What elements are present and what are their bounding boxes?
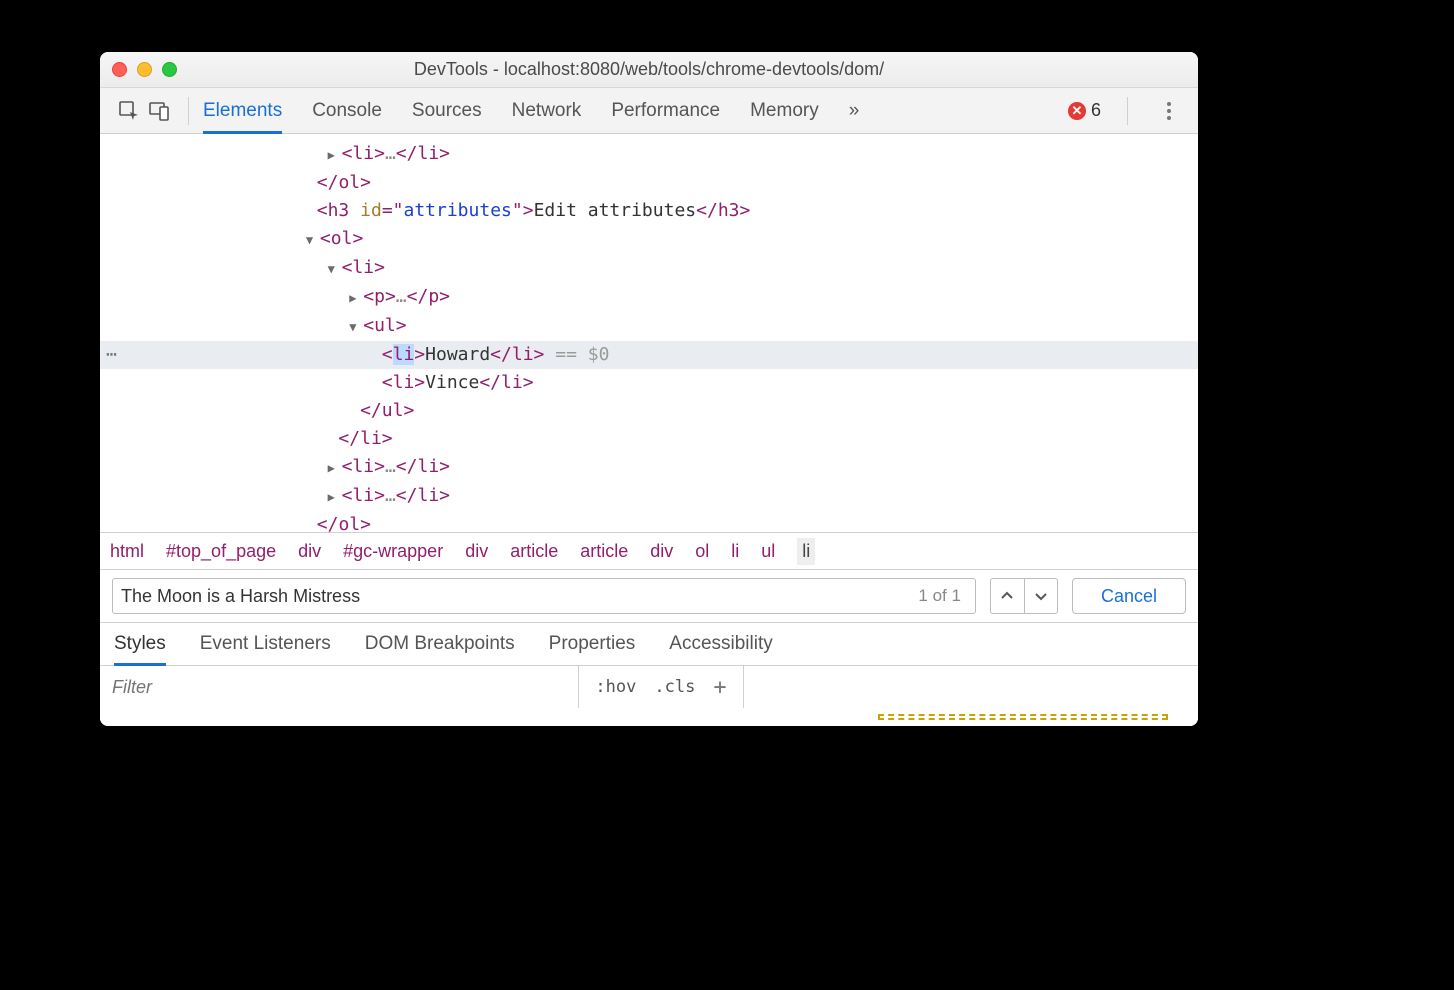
tab-elements[interactable]: Elements: [203, 100, 282, 122]
hov-toggle[interactable]: :hov: [595, 677, 636, 697]
styles-filter-input[interactable]: [112, 677, 566, 698]
bottom-strip: [100, 708, 1198, 726]
dom-node[interactable]: </ol>: [100, 511, 1198, 532]
tab-styles[interactable]: Styles: [114, 633, 166, 655]
dom-node[interactable]: </ol>: [100, 169, 1198, 197]
dom-node[interactable]: ▼<li>: [100, 254, 1198, 283]
dom-node[interactable]: <li>Vince</li>: [100, 369, 1198, 397]
dom-node[interactable]: ▼<ol>: [100, 225, 1198, 254]
crumb-top-of-page[interactable]: #top_of_page: [166, 541, 276, 562]
dom-node[interactable]: <h3 id="attributes">Edit attributes</h3>: [100, 197, 1198, 225]
traffic-lights: [112, 62, 177, 77]
tabs-overflow-icon[interactable]: »: [849, 100, 860, 122]
window-title: DevTools - localhost:8080/web/tools/chro…: [414, 59, 884, 80]
tab-memory[interactable]: Memory: [750, 100, 819, 122]
error-count-badge[interactable]: ✕ 6: [1068, 100, 1101, 121]
styles-toolbar: :hov .cls +: [100, 666, 1198, 708]
tab-console[interactable]: Console: [312, 100, 382, 122]
toolbar-separator: [1127, 97, 1128, 125]
crumb-div[interactable]: div: [465, 541, 488, 562]
close-window-button[interactable]: [112, 62, 127, 77]
box-model-outline: [878, 714, 1168, 720]
crumb-article[interactable]: article: [580, 541, 628, 562]
maximize-window-button[interactable]: [162, 62, 177, 77]
dom-node[interactable]: ▼<ul>: [100, 312, 1198, 341]
dom-node[interactable]: ▶<p>…</p>: [100, 283, 1198, 312]
search-box: 1 of 1: [112, 578, 976, 614]
tab-properties[interactable]: Properties: [549, 633, 636, 655]
tab-dom-breakpoints[interactable]: DOM Breakpoints: [365, 633, 515, 655]
search-input[interactable]: [121, 586, 918, 607]
toolbar-separator: [188, 97, 189, 125]
device-toggle-icon[interactable]: [144, 96, 174, 126]
crumb-li-active[interactable]: li: [797, 538, 815, 565]
sidebar-tabs: Styles Event Listeners DOM Breakpoints P…: [100, 623, 1198, 666]
dom-node[interactable]: ▶<li>…</li>: [100, 453, 1198, 482]
dom-tree[interactable]: ▶<li>…</li> </ol> <h3 id="attributes">Ed…: [100, 134, 1198, 532]
search-row: 1 of 1 Cancel: [100, 570, 1198, 623]
cancel-label: Cancel: [1101, 586, 1157, 607]
styles-actions: :hov .cls +: [579, 666, 743, 708]
breadcrumb-trail: html #top_of_page div #gc-wrapper div ar…: [100, 532, 1198, 570]
toolbar-right: ✕ 6: [1068, 96, 1184, 126]
styles-filter-box: [100, 666, 579, 708]
search-next-button[interactable]: [1024, 578, 1058, 614]
crumb-div[interactable]: div: [298, 541, 321, 562]
inspect-element-icon[interactable]: [114, 96, 144, 126]
cancel-button[interactable]: Cancel: [1072, 578, 1186, 614]
cls-toggle[interactable]: .cls: [654, 677, 695, 697]
crumb-div[interactable]: div: [650, 541, 673, 562]
kebab-menu-icon[interactable]: [1154, 96, 1184, 126]
error-count: 6: [1091, 100, 1101, 121]
new-style-rule-icon[interactable]: +: [713, 675, 726, 700]
tab-accessibility[interactable]: Accessibility: [669, 633, 772, 655]
crumb-article[interactable]: article: [510, 541, 558, 562]
crumb-gc-wrapper[interactable]: #gc-wrapper: [343, 541, 443, 562]
minimize-window-button[interactable]: [137, 62, 152, 77]
dom-node[interactable]: ▶<li>…</li>: [100, 482, 1198, 511]
search-nav-buttons: [990, 578, 1058, 614]
dom-node[interactable]: ▶<li>…</li>: [100, 140, 1198, 169]
tab-performance[interactable]: Performance: [611, 100, 720, 122]
error-icon: ✕: [1068, 102, 1086, 120]
crumb-ul[interactable]: ul: [761, 541, 775, 562]
crumb-ol[interactable]: ol: [695, 541, 709, 562]
tab-network[interactable]: Network: [512, 100, 582, 122]
devtools-window: DevTools - localhost:8080/web/tools/chro…: [100, 52, 1198, 726]
search-result-count: 1 of 1: [918, 586, 967, 606]
search-prev-button[interactable]: [990, 578, 1024, 614]
main-toolbar: Elements Console Sources Network Perform…: [100, 88, 1198, 134]
crumb-li[interactable]: li: [731, 541, 739, 562]
panel-tabs: Elements Console Sources Network Perform…: [203, 88, 1068, 133]
tab-sources[interactable]: Sources: [412, 100, 482, 122]
dom-node[interactable]: </li>: [100, 425, 1198, 453]
row-actions-icon[interactable]: ⋯: [106, 341, 118, 369]
crumb-html[interactable]: html: [110, 541, 144, 562]
tab-event-listeners[interactable]: Event Listeners: [200, 633, 331, 655]
dom-node-selected[interactable]: ⋯ <li>Howard</li> == $0: [100, 341, 1198, 369]
dom-node[interactable]: </ul>: [100, 397, 1198, 425]
titlebar: DevTools - localhost:8080/web/tools/chro…: [100, 52, 1198, 88]
